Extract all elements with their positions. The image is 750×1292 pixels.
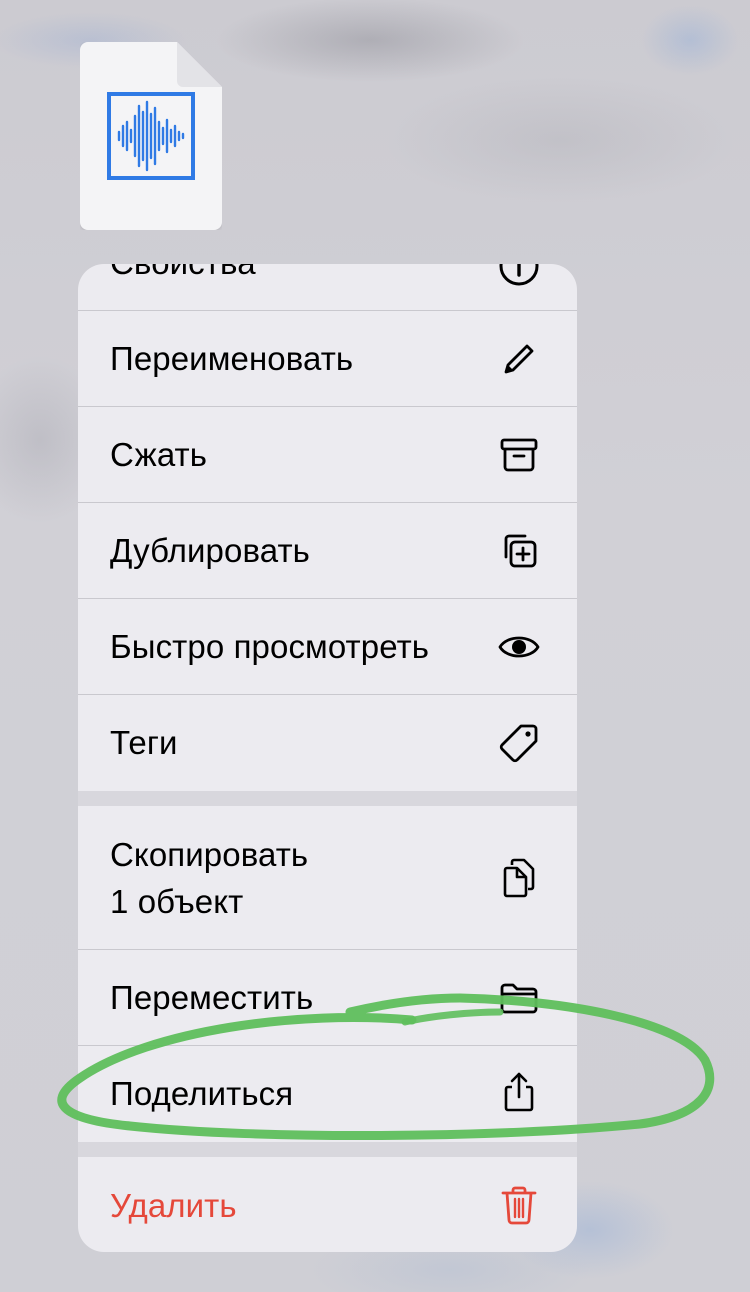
menu-item-sublabel: 1 объект xyxy=(110,883,244,920)
menu-item-compress[interactable]: Сжать xyxy=(78,407,577,503)
audio-waveform-icon xyxy=(107,92,195,180)
menu-item-label: Сжать xyxy=(110,436,208,473)
group-separator xyxy=(78,1142,577,1157)
menu-item-label: Переименовать xyxy=(110,340,354,377)
menu-item-label: Удалить xyxy=(110,1187,237,1224)
tag-icon xyxy=(497,721,541,765)
info-icon xyxy=(497,264,541,288)
menu-item-quick-look[interactable]: Быстро просмотреть xyxy=(78,599,577,695)
menu-item-rename[interactable]: Переименовать xyxy=(78,311,577,407)
menu-item-move[interactable]: Переместить xyxy=(78,950,577,1046)
menu-item-label: Дублировать xyxy=(110,532,310,569)
menu-item-label: Свойства xyxy=(110,264,256,282)
duplicate-icon xyxy=(497,529,541,573)
menu-item-share[interactable]: Поделиться xyxy=(78,1046,577,1142)
pencil-icon xyxy=(497,337,541,381)
menu-item-copy[interactable]: Скопировать 1 объект xyxy=(78,806,577,950)
menu-item-label: Теги xyxy=(110,724,178,761)
archive-box-icon xyxy=(497,433,541,477)
menu-item-label: Скопировать xyxy=(110,836,309,873)
menu-item-duplicate[interactable]: Дублировать xyxy=(78,503,577,599)
menu-item-label: Быстро просмотреть xyxy=(110,628,430,665)
copy-doc-icon xyxy=(497,856,541,900)
folder-icon xyxy=(497,976,541,1020)
context-menu: Свойства Переименовать Сжать Дублировать… xyxy=(78,264,577,1252)
share-icon xyxy=(497,1070,541,1114)
trash-icon xyxy=(497,1183,541,1227)
menu-item-delete[interactable]: Удалить xyxy=(78,1157,577,1252)
menu-item-label: Поделиться xyxy=(110,1075,294,1112)
eye-icon xyxy=(497,625,541,669)
menu-item-label: Переместить xyxy=(110,979,314,1016)
menu-item-tags[interactable]: Теги xyxy=(78,695,577,791)
group-separator xyxy=(78,791,577,806)
menu-item-properties[interactable]: Свойства xyxy=(78,264,577,311)
